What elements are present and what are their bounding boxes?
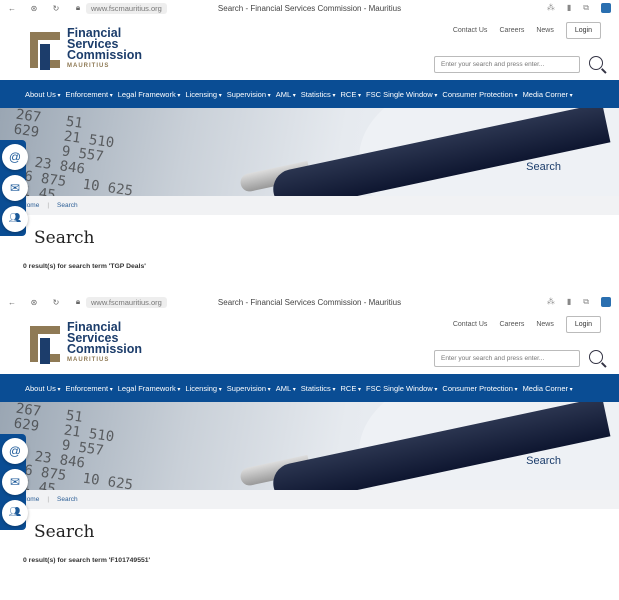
breadcrumb: Home | Search	[0, 490, 619, 509]
back-icon[interactable]: ←	[6, 4, 18, 13]
hero-banner: 267 51 629 21 510 9 557 23 846 6 875 10 …	[0, 402, 619, 490]
url-bar[interactable]: www.fscmauritius.org	[86, 296, 167, 308]
nav-item[interactable]: Statistics	[301, 90, 336, 99]
nav-item[interactable]: FSC Single Window	[366, 384, 437, 393]
search-input[interactable]: Enter your search and press enter...	[434, 56, 580, 73]
extensions-icon[interactable]: ⧉	[583, 3, 589, 13]
site-header: Financial Services Commission MAURITIUS Con…	[0, 16, 619, 80]
nav-item[interactable]: AML	[276, 90, 296, 99]
login-button[interactable]: Login	[565, 316, 601, 333]
account-icon[interactable]: ⊛	[28, 298, 40, 307]
browser-bar: ← ⊛ ↻ 🔒︎ www.fscmauritius.org Search - F…	[0, 0, 619, 16]
extension-icon[interactable]	[601, 297, 611, 307]
page-title: Search	[34, 228, 95, 248]
account-icon[interactable]: ⊛	[28, 4, 40, 13]
translate-icon[interactable]: ⁂	[547, 3, 555, 13]
search-result-text: 0 result(s) for search term 'TGP Deals'	[23, 263, 146, 270]
bookmark-icon[interactable]: ▮	[567, 3, 571, 13]
fsc-logo[interactable]: Financial Services Commission MAURITIUS	[24, 321, 143, 365]
nav-item[interactable]: Supervision	[227, 384, 271, 393]
logo-text: MAURITIUS	[67, 63, 110, 69]
main-nav: About Us Enforcement Legal Framework Licens…	[0, 374, 619, 402]
browser-bar: ← ⊛ ↻ 🔒︎ www.fscmauritius.org Search - F…	[0, 294, 619, 310]
screenshot-panel: ← ⊛ ↻ 🔒︎ www.fscmauritius.org Search - F…	[0, 294, 619, 588]
news-link[interactable]: News	[536, 27, 554, 34]
reload-icon[interactable]: ↻	[50, 298, 62, 307]
email-at-icon[interactable]: @	[2, 438, 28, 464]
breadcrumb: Home | Search	[0, 196, 619, 215]
nav-item[interactable]: RCE	[341, 384, 362, 393]
logo-mark-icon	[24, 30, 62, 70]
nav-item[interactable]: Enforcement	[66, 384, 113, 393]
news-link[interactable]: News	[536, 321, 554, 328]
hero-title: Search	[526, 455, 561, 467]
email-at-icon[interactable]: @	[2, 144, 28, 170]
url-bar[interactable]: www.fscmauritius.org	[86, 2, 167, 14]
nav-item[interactable]: Consumer Protection	[442, 384, 517, 393]
nav-item[interactable]: Media Corner	[523, 384, 573, 393]
envelope-icon[interactable]: ✉	[2, 469, 28, 495]
community-icon[interactable]: 👥︎	[2, 500, 28, 526]
screenshot-panel: ← ⊛ ↻ 🔒︎ www.fscmauritius.org Search - F…	[0, 0, 619, 294]
nav-item[interactable]: Statistics	[301, 384, 336, 393]
back-icon[interactable]: ←	[6, 298, 18, 307]
nav-item[interactable]: Supervision	[227, 90, 271, 99]
extensions-icon[interactable]: ⧉	[583, 297, 589, 307]
nav-item[interactable]: Licensing	[185, 90, 221, 99]
careers-link[interactable]: Careers	[499, 27, 524, 34]
nav-item[interactable]: Enforcement	[66, 90, 113, 99]
search-input[interactable]: Enter your search and press enter...	[434, 350, 580, 367]
page-title: Search	[34, 522, 95, 542]
nav-item[interactable]: FSC Single Window	[366, 90, 437, 99]
reload-icon[interactable]: ↻	[50, 4, 62, 13]
search-icon[interactable]	[589, 350, 603, 364]
envelope-icon[interactable]: ✉	[2, 175, 28, 201]
nav-item[interactable]: About Us	[25, 384, 61, 393]
translate-icon[interactable]: ⁂	[547, 297, 555, 307]
main-nav: About Us Enforcement Legal Framework Licens…	[0, 80, 619, 108]
logo-mark-icon	[24, 324, 62, 364]
breadcrumb-current: Search	[57, 202, 78, 209]
nav-item[interactable]: Legal Framework	[118, 90, 181, 99]
logo-text: Commission	[67, 342, 143, 356]
contact-us-link[interactable]: Contact Us	[453, 27, 488, 34]
nav-item[interactable]: Legal Framework	[118, 384, 181, 393]
hero-title: Search	[526, 161, 561, 173]
nav-item[interactable]: Consumer Protection	[442, 90, 517, 99]
nav-item[interactable]: AML	[276, 384, 296, 393]
contact-us-link[interactable]: Contact Us	[453, 321, 488, 328]
lock-icon: 🔒︎	[75, 297, 81, 306]
lock-icon: 🔒︎	[75, 3, 81, 12]
extension-icon[interactable]	[601, 3, 611, 13]
bookmark-icon[interactable]: ▮	[567, 297, 571, 307]
nav-item[interactable]: About Us	[25, 90, 61, 99]
search-icon[interactable]	[589, 56, 603, 70]
social-sidebar: @ ✉ 👥︎	[0, 434, 28, 530]
nav-item[interactable]: RCE	[341, 90, 362, 99]
community-icon[interactable]: 👥︎	[2, 206, 28, 232]
breadcrumb-current: Search	[57, 496, 78, 503]
careers-link[interactable]: Careers	[499, 321, 524, 328]
hero-banner: 267 51 629 21 510 9 557 23 846 6 875 10 …	[0, 108, 619, 196]
logo-text: Commission	[67, 48, 143, 62]
search-result-text: 0 result(s) for search term 'F101749551'	[23, 557, 151, 564]
nav-item[interactable]: Media Corner	[523, 90, 573, 99]
login-button[interactable]: Login	[565, 22, 601, 39]
site-header: Financial Services Commission MAURITIUS Con…	[0, 310, 619, 374]
logo-text: MAURITIUS	[67, 357, 110, 363]
fsc-logo[interactable]: Financial Services Commission MAURITIUS	[24, 27, 143, 71]
nav-item[interactable]: Licensing	[185, 384, 221, 393]
social-sidebar: @ ✉ 👥︎	[0, 140, 28, 236]
